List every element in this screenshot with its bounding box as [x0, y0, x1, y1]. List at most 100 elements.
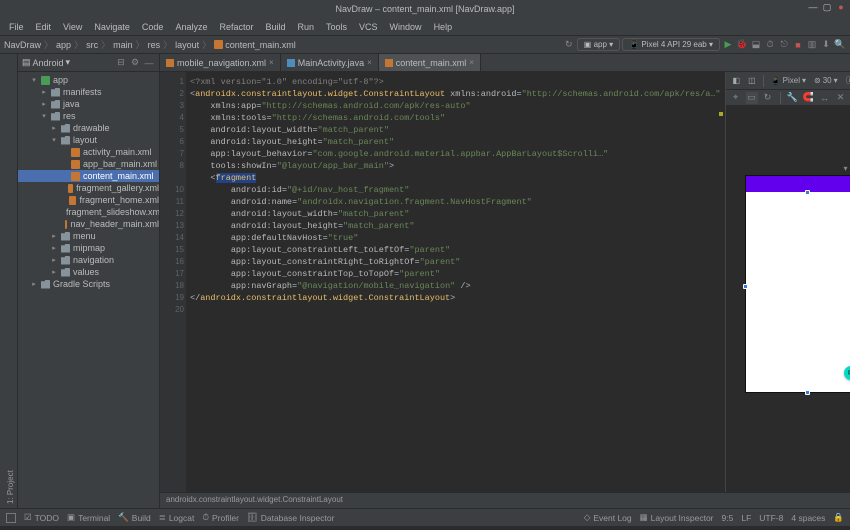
code-pane[interactable]: 123456781011121314151617181920 <?xml ver… [160, 72, 726, 492]
sync-icon[interactable]: ↻ [563, 39, 575, 51]
tree-item[interactable]: ▸mipmap [18, 242, 159, 254]
coverage-icon[interactable]: ⬓ [750, 39, 762, 51]
tree-item[interactable]: fragment_home.xml [18, 194, 159, 206]
attach-debugger-icon[interactable]: ⎋ [778, 39, 790, 51]
tree-item[interactable]: ▸drawable [18, 122, 159, 134]
breadcrumb-item[interactable]: layout [175, 40, 199, 50]
code-breadcrumb[interactable]: androidx.constraintlayout.widget.Constra… [160, 492, 850, 508]
default-margins-icon[interactable]: ↔ [819, 92, 831, 104]
tree-item[interactable]: fragment_gallery.xml [18, 182, 159, 194]
pan-icon[interactable]: ▭ [746, 92, 758, 104]
sdk-manager-icon[interactable]: ⬇ [820, 39, 832, 51]
tool-tab-project[interactable]: 1: Project [4, 60, 17, 508]
stop-icon[interactable]: ■ [792, 39, 804, 51]
debug-icon[interactable]: 🐞 [736, 39, 748, 51]
status-terminal[interactable]: ▣ Terminal [67, 512, 110, 523]
status-event-log[interactable]: ◇ Event Log [584, 512, 632, 523]
status-todo[interactable]: ☑ TODO [24, 512, 59, 523]
tree-item[interactable]: nav_header_main.xml [18, 218, 159, 230]
status-layout-inspector[interactable]: ▦ Layout Inspector [640, 512, 714, 523]
tree-item[interactable]: ▸navigation [18, 254, 159, 266]
tree-item[interactable]: ▸Gradle Scripts [18, 278, 159, 290]
tree-item[interactable]: app_bar_main.xml [18, 158, 159, 170]
tree-item[interactable]: ▾app [18, 74, 159, 86]
breadcrumb-item[interactable]: app [56, 40, 71, 50]
caret-position[interactable]: 9:5 [722, 513, 734, 523]
wrench-icon[interactable]: 🔧 [787, 92, 799, 104]
theme-dropdown[interactable]: ⓘ NavDraw ▾ [843, 74, 850, 87]
tree-item[interactable]: activity_main.xml [18, 146, 159, 158]
design-surfaces[interactable]: ▾ ▾ [726, 106, 850, 492]
minimize-icon[interactable]: — [808, 2, 818, 12]
menu-help[interactable]: Help [429, 20, 458, 34]
menu-edit[interactable]: Edit [31, 20, 57, 34]
warning-marker[interactable] [719, 112, 723, 116]
menu-analyze[interactable]: Analyze [170, 20, 212, 34]
project-view-dropdown[interactable]: ▤ Android ▾ [22, 57, 70, 68]
menubar: FileEditViewNavigateCodeAnalyzeRefactorB… [0, 18, 850, 36]
close-tab-icon[interactable]: × [269, 58, 274, 67]
api-dropdown[interactable]: ⊚ 30 ▾ [811, 75, 841, 86]
menu-file[interactable]: File [4, 20, 29, 34]
palette-toggle-icon[interactable]: ◧ [730, 75, 744, 86]
tree-item[interactable]: ▸values [18, 266, 159, 278]
gear-icon[interactable]: ⚙ [129, 57, 141, 69]
tree-item[interactable]: ▾layout [18, 134, 159, 146]
menu-tools[interactable]: Tools [321, 20, 352, 34]
device-dropdown[interactable]: 📱 Pixel ▾ [768, 75, 809, 86]
menu-window[interactable]: Window [385, 20, 427, 34]
run-config-selector[interactable]: ▣ app ▾ [577, 38, 620, 51]
hide-panel-icon[interactable]: — [143, 57, 155, 69]
collapse-all-icon[interactable]: ⊟ [115, 57, 127, 69]
clear-constraints-icon[interactable]: ✕ [835, 92, 847, 104]
tree-item[interactable]: ▸menu [18, 230, 159, 242]
breadcrumb-item[interactable]: src [86, 40, 98, 50]
pointer-icon[interactable]: ⌖ [730, 92, 742, 104]
menu-vcs[interactable]: VCS [354, 20, 383, 34]
line-separator[interactable]: LF [741, 513, 751, 523]
avd-manager-icon[interactable]: ▥ [806, 39, 818, 51]
tree-item[interactable]: fragment_slideshow.xml [18, 206, 159, 218]
status-build[interactable]: 🔨 Build [118, 512, 151, 523]
project-tree[interactable]: ▾app▸manifests▸java▾res▸drawable▾layouta… [18, 72, 159, 508]
file-encoding[interactable]: UTF-8 [759, 513, 783, 523]
menu-run[interactable]: Run [293, 20, 320, 34]
editor-tab[interactable]: mobile_navigation.xml× [160, 54, 281, 71]
menu-refactor[interactable]: Refactor [214, 20, 258, 34]
status-logcat[interactable]: ≣ Logcat [159, 512, 195, 523]
device-selector[interactable]: 📱 Pixel 4 API 29 eab ▾ [622, 38, 720, 51]
maximize-icon[interactable]: ▢ [822, 2, 832, 12]
indent-setting[interactable]: 4 spaces [791, 513, 825, 523]
device-preview[interactable] [746, 176, 850, 392]
menu-build[interactable]: Build [260, 20, 290, 34]
status-profiler[interactable]: ⏱ Profiler [202, 512, 239, 523]
menu-code[interactable]: Code [137, 20, 169, 34]
menu-view[interactable]: View [58, 20, 87, 34]
tree-item[interactable]: ▾res [18, 110, 159, 122]
editor-tab[interactable]: content_main.xml× [379, 54, 481, 71]
memory-indicator-icon[interactable]: 🔒 [833, 512, 844, 523]
close-tab-icon[interactable]: × [469, 58, 474, 67]
status-database[interactable]: 🗄 Database Inspector [247, 512, 335, 523]
search-icon[interactable]: 🔍 [834, 39, 846, 51]
profiler-icon[interactable]: ⏱ [764, 39, 776, 51]
magnet-icon[interactable]: 🧲 [803, 92, 815, 104]
breadcrumb[interactable]: NavDraw〉app〉src〉main〉res〉layout〉 content… [4, 38, 563, 51]
breadcrumb-item[interactable]: main [113, 40, 133, 50]
menu-navigate[interactable]: Navigate [89, 20, 135, 34]
run-icon[interactable]: ▶ [722, 39, 734, 51]
breadcrumb-item[interactable]: res [148, 40, 161, 50]
tool-window-toggle-icon[interactable] [6, 513, 16, 523]
close-icon[interactable]: ● [836, 2, 846, 12]
code-editor[interactable]: <?xml version="1.0" encoding="utf-8"?><a… [186, 72, 725, 492]
breadcrumb-item[interactable]: NavDraw [4, 40, 41, 50]
rotate-icon[interactable]: ↻ [762, 92, 774, 104]
editor-tab[interactable]: MainActivity.java× [281, 54, 379, 71]
breadcrumb-item[interactable]: content_main.xml [214, 40, 296, 50]
tree-item[interactable]: ▸java [18, 98, 159, 110]
fab-icon[interactable] [844, 366, 850, 380]
close-tab-icon[interactable]: × [367, 58, 372, 67]
surface-select-icon[interactable]: ◫ [745, 75, 759, 86]
tree-item[interactable]: ▸manifests [18, 86, 159, 98]
tree-item[interactable]: content_main.xml [18, 170, 159, 182]
